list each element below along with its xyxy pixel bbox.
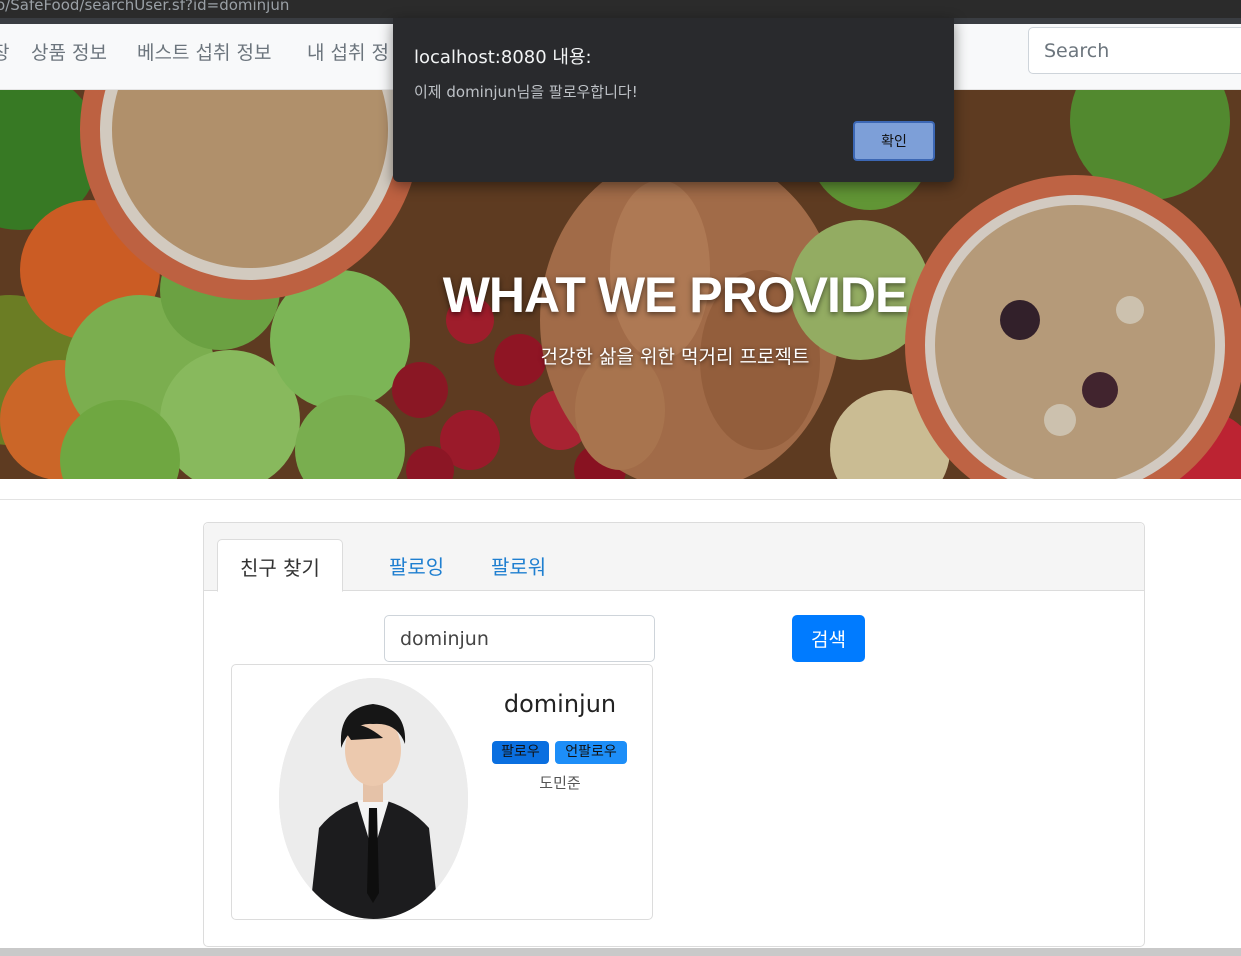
alert-dialog: localhost:8080 내용: 이제 dominjun님을 팔로우합니다!… <box>393 18 954 182</box>
window-bottom-edge <box>0 948 1241 956</box>
user-real-name: 도민준 <box>539 774 581 792</box>
dialog-title: localhost:8080 내용: <box>414 47 592 68</box>
section-divider <box>0 499 1241 500</box>
dialog-message: 이제 dominjun님을 팔로우합니다! <box>414 83 638 101</box>
avatar <box>279 678 468 919</box>
search-button[interactable]: 검색 <box>792 615 865 662</box>
url-text: o/SafeFood/searchUser.sf?id=dominjun <box>0 0 290 14</box>
nav-item-best-intake[interactable]: 베스트 섭취 정보 <box>137 38 271 65</box>
tab-bar: 친구 찾기 팔로잉 팔로워 <box>204 523 1144 592</box>
profile-photo <box>279 678 468 919</box>
tab-followers[interactable]: 팔로워 <box>469 539 568 592</box>
nav-item-product-info[interactable]: 상품 정보 <box>31 38 107 65</box>
nav-item-my-intake[interactable]: 내 섭취 정 <box>307 38 389 65</box>
hero-title: WHAT WE PROVIDE <box>442 267 909 323</box>
friend-search-input[interactable] <box>384 615 655 662</box>
browser-url-bar[interactable]: o/SafeFood/searchUser.sf?id=dominjun <box>0 0 1241 18</box>
unfollow-button[interactable]: 언팔로우 <box>555 741 627 764</box>
user-id: dominjun <box>503 690 617 718</box>
hero-subtitle: 건강한 삶을 위한 먹거리 프로젝트 <box>540 346 810 368</box>
nav-search-input[interactable] <box>1028 27 1241 74</box>
dialog-ok-button[interactable]: 확인 <box>853 121 935 161</box>
follow-button[interactable]: 팔로우 <box>492 741 549 764</box>
tab-following[interactable]: 팔로잉 <box>367 539 466 592</box>
nav-item-home[interactable]: 장 <box>0 38 9 65</box>
tab-find-friends[interactable]: 친구 찾기 <box>217 539 343 592</box>
